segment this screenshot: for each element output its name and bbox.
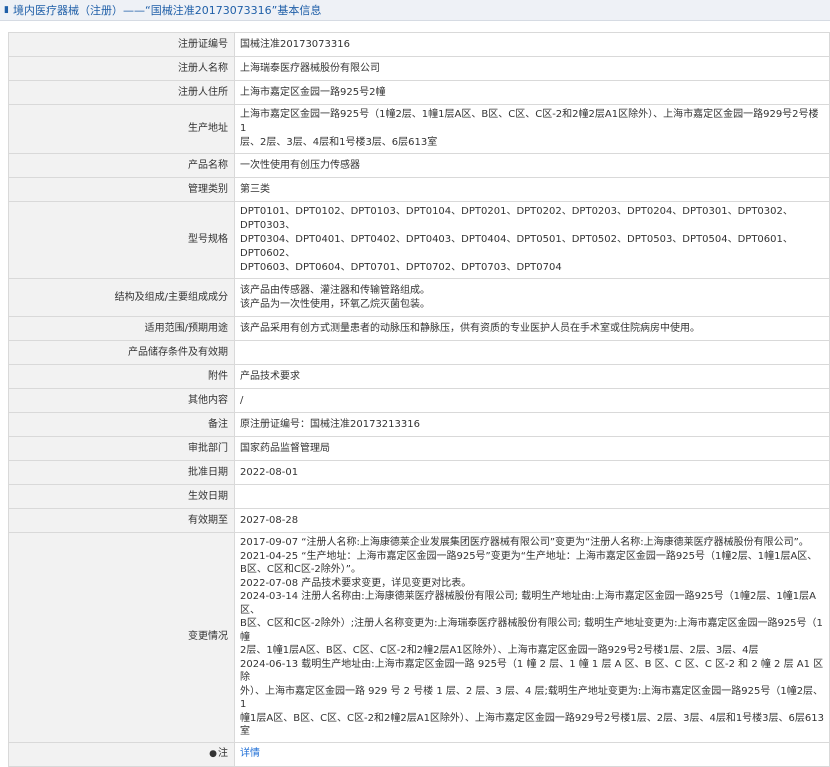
field-value: 一次性使用有创压力传感器 bbox=[234, 153, 830, 178]
text-line: 2022-07-08 产品技术要求变更，详见变更对比表。 bbox=[240, 577, 472, 589]
table-row: 变更情况 2017-09-07 “注册人名称:上海康德莱企业发展集团医疗器械有限… bbox=[8, 532, 830, 743]
table-row: 产品名称 一次性使用有创压力传感器 bbox=[8, 153, 830, 178]
field-value: 国械注准20173073316 bbox=[234, 32, 830, 57]
field-label: 产品名称 bbox=[8, 153, 235, 178]
text-line: B区、C区和C区-2除外）”。 bbox=[240, 564, 361, 575]
field-label: 注 bbox=[218, 748, 228, 759]
text-line: DPT0101、DPT0102、DPT0103、DPT0104、DPT0201、… bbox=[240, 206, 793, 231]
field-value: 国家药品监督管理局 bbox=[234, 436, 830, 461]
field-value: 产品技术要求 bbox=[234, 364, 830, 389]
text-line: 上海市嘉定区金园一路925号（1幢2层、1幢1层A区、B区、C区、C区-2和2幢… bbox=[240, 109, 819, 134]
table-row: 其他内容 / bbox=[8, 388, 830, 413]
field-value: 第三类 bbox=[234, 177, 830, 202]
field-label: 批准日期 bbox=[8, 460, 235, 485]
table-row: 注册人名称 上海瑞泰医疗器械股份有限公司 bbox=[8, 56, 830, 81]
field-label: 注册人住所 bbox=[8, 80, 235, 105]
field-label: 注册证编号 bbox=[8, 32, 235, 57]
field-value: 原注册证编号：国械注准20173213316 bbox=[234, 412, 830, 437]
field-label: 结构及组成/主要组成成分 bbox=[8, 278, 235, 317]
text-line: 2层、1幢1层A区、B区、C区、C区-2和2幢2层A1区除外）、上海市嘉定区金园… bbox=[240, 645, 759, 656]
table-row: 附件 产品技术要求 bbox=[8, 364, 830, 389]
text-line: 幢1层A区、B区、C区、C区-2和2幢2层A1区除外）、上海市嘉定区金园一路92… bbox=[240, 712, 824, 724]
table-row: 型号规格 DPT0101、DPT0102、DPT0103、DPT0104、DPT… bbox=[8, 201, 830, 279]
text-line: DPT0304、DPT0401、DPT0402、DPT0403、DPT0404、… bbox=[240, 234, 793, 259]
field-label: 型号规格 bbox=[8, 201, 235, 279]
table-row: 结构及组成/主要组成成分 该产品由传感器、灌注器和传输管路组成。 该产品为一次性… bbox=[8, 278, 830, 317]
note-label: ●注 bbox=[8, 741, 235, 767]
table-row: 管理类别 第三类 bbox=[8, 177, 830, 202]
field-value: 上海瑞泰医疗器械股份有限公司 bbox=[234, 56, 830, 81]
field-label: 生产地址 bbox=[8, 104, 235, 154]
field-label: 管理类别 bbox=[8, 177, 235, 202]
text-line: 外）、上海市嘉定区金园一路 929 号 2 号楼 1 层、2 层、3 层、4 层… bbox=[240, 685, 824, 711]
field-label: 适用范围/预期用途 bbox=[8, 316, 235, 341]
text-line: 2024-06-13 载明生产地址由:上海市嘉定区金园一路 925号（1 幢 2… bbox=[240, 658, 824, 684]
table-row: 产品储存条件及有效期 bbox=[8, 340, 830, 365]
text-line: 2017-09-07 “注册人名称:上海康德莱企业发展集团医疗器械有限公司”变更… bbox=[240, 537, 809, 548]
text-line: 层、2层、3层、4层和1号楼3层、6层613室 bbox=[240, 137, 438, 148]
field-label: 其他内容 bbox=[8, 388, 235, 413]
field-label: 备注 bbox=[8, 412, 235, 437]
table-row: 备注 原注册证编号：国械注准20173213316 bbox=[8, 412, 830, 437]
field-label: 审批部门 bbox=[8, 436, 235, 461]
field-value: / bbox=[234, 388, 830, 413]
table-row: 适用范围/预期用途 该产品采用有创方式测量患者的动脉压和静脉压，供有资质的专业医… bbox=[8, 316, 830, 341]
field-value: 2017-09-07 “注册人名称:上海康德莱企业发展集团医疗器械有限公司”变更… bbox=[234, 532, 830, 743]
field-value bbox=[234, 484, 830, 509]
text-line: B区、C区和C区-2除外）;注册人名称变更为:上海瑞泰医疗器械股份有限公司; 载… bbox=[240, 618, 823, 643]
field-label: 生效日期 bbox=[8, 484, 235, 509]
details-link[interactable]: 详情 bbox=[240, 748, 260, 759]
field-label: 附件 bbox=[8, 364, 235, 389]
table-row: 生产地址 上海市嘉定区金园一路925号（1幢2层、1幢1层A区、B区、C区、C区… bbox=[8, 104, 830, 154]
field-value: 该产品由传感器、灌注器和传输管路组成。 该产品为一次性使用，环氧乙烷灭菌包装。 bbox=[234, 278, 830, 317]
table-row: 有效期至 2027-08-28 bbox=[8, 508, 830, 533]
field-value: 详情 bbox=[234, 741, 830, 767]
field-value: 2022-08-01 bbox=[234, 460, 830, 485]
table-row: 审批部门 国家药品监督管理局 bbox=[8, 436, 830, 461]
breadcrumb-bar: ▮ 境内医疗器械（注册）——“国械注准20173073316”基本信息 bbox=[0, 0, 830, 21]
field-value: 该产品采用有创方式测量患者的动脉压和静脉压，供有资质的专业医护人员在手术室或住院… bbox=[234, 316, 830, 341]
field-label: 有效期至 bbox=[8, 508, 235, 533]
breadcrumb: 境内医疗器械（注册）——“国械注准20173073316”基本信息 bbox=[13, 4, 322, 17]
table-row: 批准日期 2022-08-01 bbox=[8, 460, 830, 485]
table-row: ●注 详情 bbox=[8, 741, 830, 767]
field-value bbox=[234, 340, 830, 365]
location-pin-icon: ▮ bbox=[4, 5, 9, 15]
text-line: 2024-03-14 注册人名称由:上海康德莱医疗器械股份有限公司; 载明生产地… bbox=[240, 591, 816, 616]
field-label: 产品储存条件及有效期 bbox=[8, 340, 235, 365]
text-line: 该产品为一次性使用，环氧乙烷灭菌包装。 bbox=[240, 298, 430, 310]
lightbulb-icon: ● bbox=[209, 749, 217, 759]
text-line: 室 bbox=[240, 726, 250, 737]
field-value: DPT0101、DPT0102、DPT0103、DPT0104、DPT0201、… bbox=[234, 201, 830, 279]
table-row: 注册证编号 国械注准20173073316 bbox=[8, 32, 830, 57]
field-label: 变更情况 bbox=[8, 532, 235, 743]
table-row: 注册人住所 上海市嘉定区金园一路925号2幢 bbox=[8, 80, 830, 105]
text-line: 2021-04-25 “生产地址：上海市嘉定区金园一路925号”变更为“生产地址… bbox=[240, 550, 818, 562]
field-value: 上海市嘉定区金园一路925号（1幢2层、1幢1层A区、B区、C区、C区-2和2幢… bbox=[234, 104, 830, 154]
table-row: 生效日期 bbox=[8, 484, 830, 509]
field-label: 注册人名称 bbox=[8, 56, 235, 81]
field-value: 上海市嘉定区金园一路925号2幢 bbox=[234, 80, 830, 105]
text-line: DPT0603、DPT0604、DPT0701、DPT0702、DPT0703、… bbox=[240, 262, 562, 273]
field-value: 2027-08-28 bbox=[234, 508, 830, 533]
detail-table: 注册证编号 国械注准20173073316 注册人名称 上海瑞泰医疗器械股份有限… bbox=[8, 32, 830, 767]
text-line: 该产品由传感器、灌注器和传输管路组成。 bbox=[240, 284, 430, 296]
